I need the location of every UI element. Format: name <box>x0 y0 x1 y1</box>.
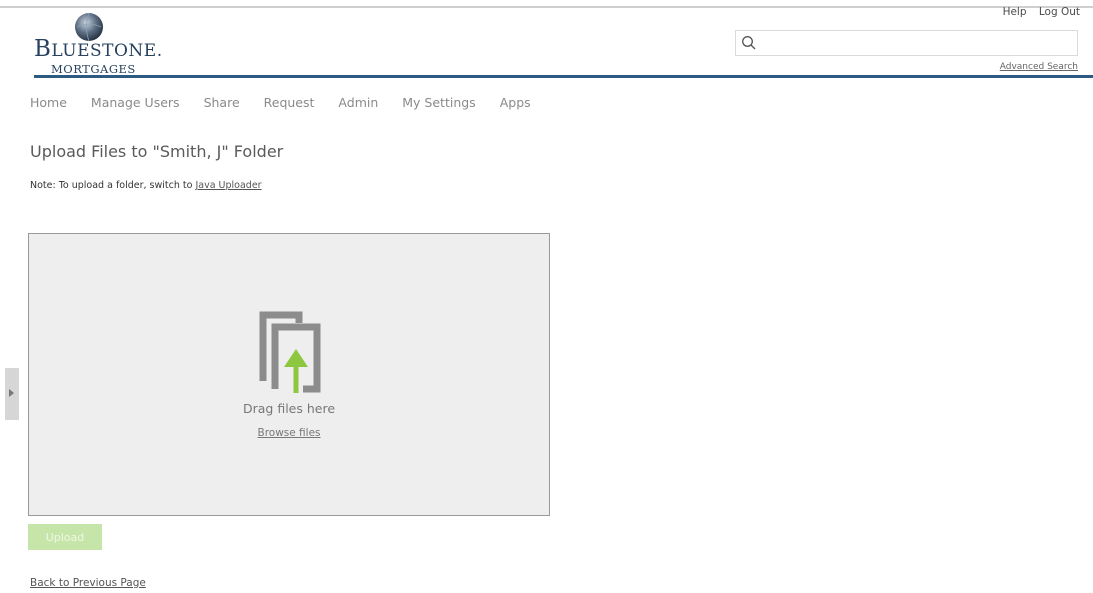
logo-subtitle: MORTGAGES <box>51 62 136 76</box>
upload-button[interactable]: Upload <box>28 524 102 550</box>
note-text: Note: To upload a folder, switch to <box>30 180 196 191</box>
help-link[interactable]: Help <box>1003 6 1027 18</box>
drag-files-text: Drag files here <box>242 401 336 416</box>
bluestone-logo[interactable]: BLUESTONE. MORTGAGES <box>34 10 174 76</box>
nav-request[interactable]: Request <box>264 95 315 115</box>
sidebar-toggle[interactable] <box>5 368 19 420</box>
page-title: Upload Files to "Smith, J" Folder <box>30 142 284 161</box>
nav-my-settings[interactable]: My Settings <box>402 95 475 115</box>
logout-link[interactable]: Log Out <box>1039 6 1080 18</box>
search-input[interactable] <box>762 33 1076 55</box>
nav-share[interactable]: Share <box>204 95 240 115</box>
search-icon[interactable] <box>741 35 757 51</box>
nav-apps[interactable]: Apps <box>500 95 531 115</box>
header-divider <box>34 75 1093 78</box>
upload-files-icon <box>259 311 321 393</box>
back-to-previous-page-link[interactable]: Back to Previous Page <box>30 577 146 589</box>
logo-word-rest: LUESTONE <box>51 41 157 61</box>
nav-manage-users[interactable]: Manage Users <box>91 95 180 115</box>
search-box[interactable] <box>735 30 1078 56</box>
advanced-search-link[interactable]: Advanced Search <box>1000 62 1078 72</box>
logo-dot: . <box>156 41 163 61</box>
top-rule <box>0 6 1093 8</box>
nav-admin[interactable]: Admin <box>338 95 378 115</box>
caret-right-icon <box>9 389 14 397</box>
upload-note: Note: To upload a folder, switch to Java… <box>30 180 262 191</box>
main-nav: Home Manage Users Share Request Admin My… <box>30 95 555 115</box>
browse-files-link[interactable]: Browse files <box>29 427 549 439</box>
top-links: Help Log Out <box>994 6 1080 18</box>
file-drop-zone[interactable]: Drag files here Browse files <box>28 233 550 516</box>
logo-wordmark: BLUESTONE. <box>34 36 163 62</box>
java-uploader-link[interactable]: Java Uploader <box>195 180 261 191</box>
logo-letter-b: B <box>34 36 52 62</box>
nav-home[interactable]: Home <box>30 95 67 115</box>
